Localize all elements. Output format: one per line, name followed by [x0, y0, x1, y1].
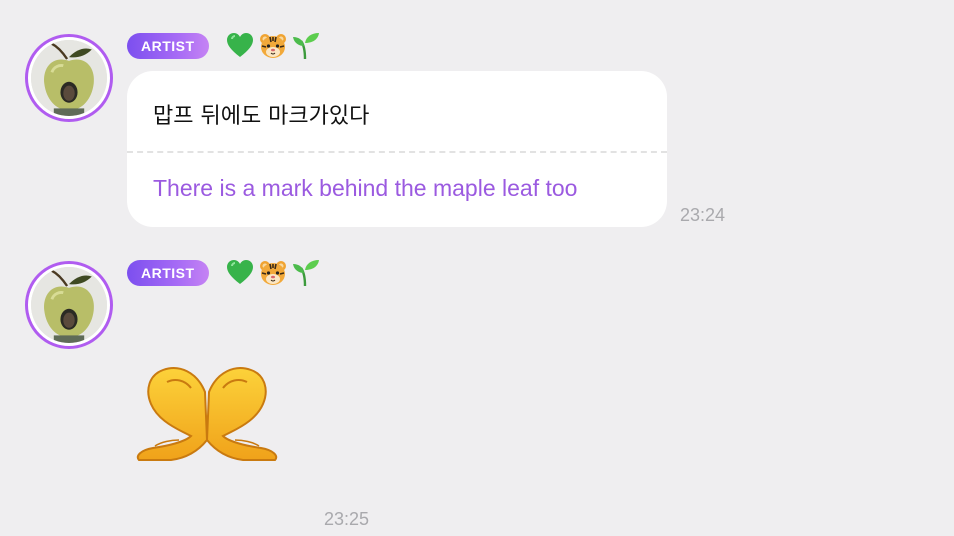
reaction-emojis — [225, 258, 321, 288]
seedling-icon — [293, 33, 319, 60]
green-heart-icon — [227, 260, 253, 284]
artist-avatar[interactable] — [25, 261, 113, 349]
message-bubble[interactable]: 맙프 뒤에도 마크가있다 There is a mark behind the … — [127, 71, 667, 227]
artist-badge: ARTIST — [127, 33, 209, 59]
translation-text: There is a mark behind the maple leaf to… — [153, 175, 578, 201]
tiger-face-icon — [260, 34, 286, 58]
original-text: 맙프 뒤에도 마크가있다 — [153, 104, 370, 129]
apple-avatar-image — [31, 267, 107, 343]
tiger-face-icon — [260, 261, 286, 285]
artist-avatar[interactable] — [25, 34, 113, 122]
bubble-divider — [127, 151, 667, 153]
heart-hands-icon[interactable] — [131, 362, 283, 462]
message-timestamp: 23:24 — [680, 205, 726, 225]
artist-badge: ARTIST — [127, 260, 209, 286]
reaction-emojis — [225, 31, 321, 61]
green-heart-icon — [227, 33, 253, 57]
apple-avatar-image — [31, 40, 107, 116]
message-timestamp: 23:25 — [324, 509, 370, 529]
seedling-icon — [293, 260, 319, 287]
